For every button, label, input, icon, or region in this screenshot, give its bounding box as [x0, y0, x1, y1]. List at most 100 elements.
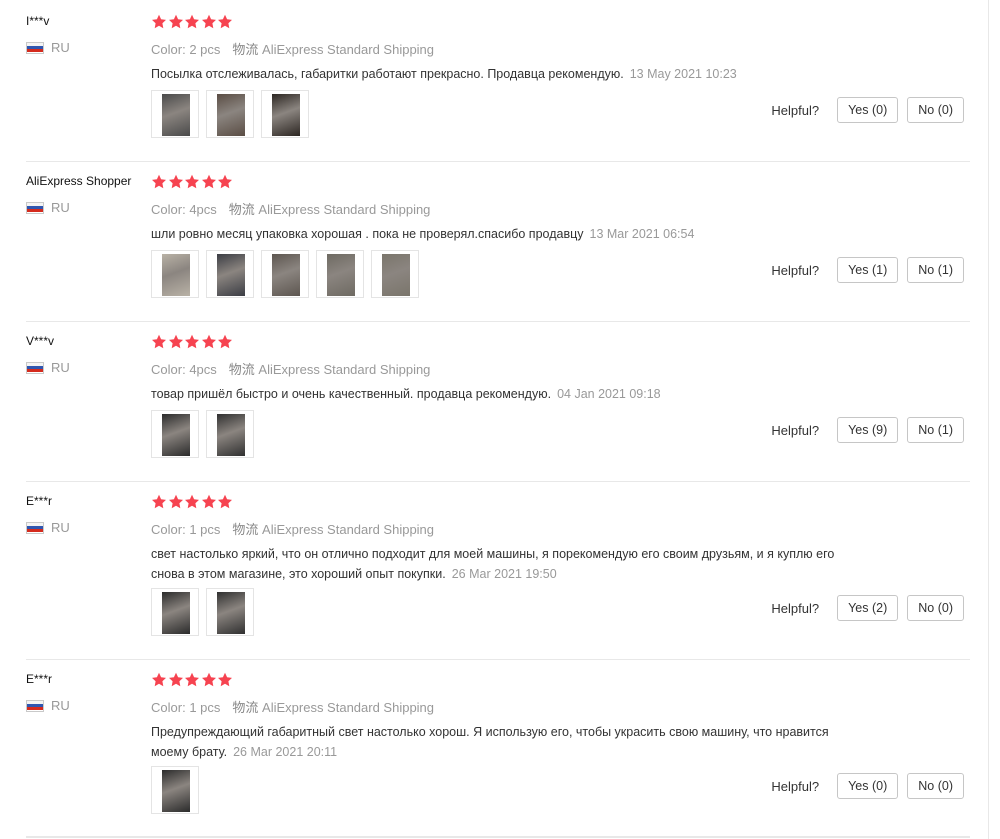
helpful-vote: Helpful? Yes (0) No (0): [771, 773, 964, 799]
review-date: 13 Mar 2021 06:54: [589, 227, 695, 241]
helpful-no-button[interactable]: No (1): [907, 417, 964, 443]
helpful-no-button[interactable]: No (0): [907, 97, 964, 123]
logistics-label: 物流: [228, 202, 255, 217]
sku-label: Color:: [151, 700, 186, 715]
star-icon: [201, 334, 216, 349]
country-code: RU: [51, 40, 70, 55]
review-photo-thumbnail[interactable]: [151, 766, 199, 814]
reviewer-name: E***r: [26, 672, 53, 686]
star-icon: [168, 174, 183, 189]
review-photo-thumbnail[interactable]: [151, 410, 199, 458]
russia-flag-icon: [26, 41, 44, 54]
review-photo-thumbnail[interactable]: [151, 588, 199, 636]
sku-value: 1 pcs: [189, 700, 221, 715]
sku-value: 1 pcs: [189, 522, 221, 537]
review-photo-thumbnail[interactable]: [206, 410, 254, 458]
russia-flag-icon: [26, 201, 44, 214]
star-icon: [201, 494, 216, 509]
star-icon: [152, 334, 166, 349]
logistics-value: AliExpress Standard Shipping: [262, 42, 435, 57]
review-photo-thumbnail[interactable]: [261, 250, 309, 298]
review-item: AliExpress Shopper RU Color: 4pcs 物流 AliExp…: [26, 160, 970, 322]
sku-label: Color:: [151, 202, 186, 217]
reviewer-country: RU: [26, 200, 70, 215]
reviewer-name: E***r: [26, 494, 53, 508]
review-item: E***r RU Color: 1 pcs 物流 AliExpress Standar…: [26, 480, 970, 660]
country-code: RU: [51, 200, 70, 215]
helpful-yes-button[interactable]: Yes (0): [837, 773, 899, 799]
star-rating: [151, 334, 234, 350]
review-photo-thumbnail[interactable]: [206, 588, 254, 636]
star-icon: [168, 14, 183, 29]
star-icon: [152, 672, 166, 687]
star-icon: [218, 174, 232, 189]
star-icon: [152, 174, 166, 189]
star-icon: [218, 334, 232, 349]
star-icon: [218, 672, 232, 687]
review-photos: [151, 250, 426, 298]
logistics-label: 物流: [232, 700, 259, 715]
helpful-yes-button[interactable]: Yes (2): [837, 595, 899, 621]
country-code: RU: [51, 698, 70, 713]
sku-label: Color:: [151, 522, 186, 537]
review-photo-thumbnail[interactable]: [151, 250, 199, 298]
review-item: V***v RU Color: 4pcs 物流 AliExpress Standard…: [26, 320, 970, 482]
reviewer-name: V***v: [26, 334, 55, 348]
review-photos: [151, 410, 261, 458]
reviewer-name: AliExpress Shopper: [26, 174, 132, 188]
star-icon: [185, 14, 199, 29]
star-rating: [151, 174, 234, 190]
sku-value: 4pcs: [189, 362, 217, 377]
review-sku-info: Color: 2 pcs 物流 AliExpress Standard Shipp…: [151, 39, 434, 58]
review-photo-thumbnail[interactable]: [151, 90, 199, 138]
review-photo-thumbnail[interactable]: [206, 250, 254, 298]
helpful-label: Helpful?: [771, 600, 820, 616]
review-sku-info: Color: 4pcs 物流 AliExpress Standard Shippi…: [151, 359, 430, 378]
review-text: шли ровно месяц упаковка хорошая . пока …: [151, 224, 851, 244]
review-date: 13 May 2021 10:23: [629, 67, 737, 81]
helpful-label: Helpful?: [771, 262, 820, 278]
review-photos: [151, 90, 316, 138]
helpful-vote: Helpful? Yes (1) No (1): [771, 257, 964, 283]
star-icon: [201, 14, 216, 29]
bottom-divider: [26, 836, 970, 837]
star-icon: [168, 334, 183, 349]
logistics-value: AliExpress Standard Shipping: [262, 522, 435, 537]
review-photo-thumbnail[interactable]: [316, 250, 364, 298]
sku-label: Color:: [151, 362, 186, 377]
star-icon: [185, 334, 199, 349]
review-item: E***r RU Color: 1 pcs 物流 AliExpress Standar…: [26, 658, 970, 838]
star-icon: [185, 494, 199, 509]
star-icon: [218, 494, 232, 509]
russia-flag-icon: [26, 699, 44, 712]
review-sku-info: Color: 1 pcs 物流 AliExpress Standard Shipp…: [151, 697, 434, 716]
helpful-yes-button[interactable]: Yes (9): [837, 417, 899, 443]
star-icon: [152, 14, 166, 29]
helpful-yes-button[interactable]: Yes (1): [837, 257, 899, 283]
review-text: свет настолько яркий, что он отлично под…: [151, 544, 851, 584]
reviewer-country: RU: [26, 698, 70, 713]
review-photo-thumbnail[interactable]: [206, 90, 254, 138]
sku-label: Color:: [151, 42, 186, 57]
review-content: товар пришёл быстро и очень качественный…: [151, 387, 552, 401]
review-content: шли ровно месяц упаковка хорошая . пока …: [151, 227, 584, 241]
helpful-label: Helpful?: [771, 778, 820, 794]
reviewer-country: RU: [26, 40, 70, 55]
review-photo-thumbnail[interactable]: [371, 250, 419, 298]
reviewer-country: RU: [26, 360, 70, 375]
review-text: товар пришёл быстро и очень качественный…: [151, 384, 851, 404]
helpful-label: Helpful?: [771, 422, 820, 438]
helpful-vote: Helpful? Yes (0) No (0): [771, 97, 964, 123]
helpful-no-button[interactable]: No (0): [907, 595, 964, 621]
helpful-yes-button[interactable]: Yes (0): [837, 97, 899, 123]
reviewer-country: RU: [26, 520, 70, 535]
russia-flag-icon: [26, 521, 44, 534]
review-text: Предупреждающий габаритный свет настольк…: [151, 722, 851, 762]
star-icon: [185, 672, 199, 687]
logistics-label: 物流: [232, 522, 259, 537]
review-sku-info: Color: 4pcs 物流 AliExpress Standard Shippi…: [151, 199, 430, 218]
helpful-no-button[interactable]: No (1): [907, 257, 964, 283]
helpful-no-button[interactable]: No (0): [907, 773, 964, 799]
star-rating: [151, 14, 234, 30]
review-photo-thumbnail[interactable]: [261, 90, 309, 138]
